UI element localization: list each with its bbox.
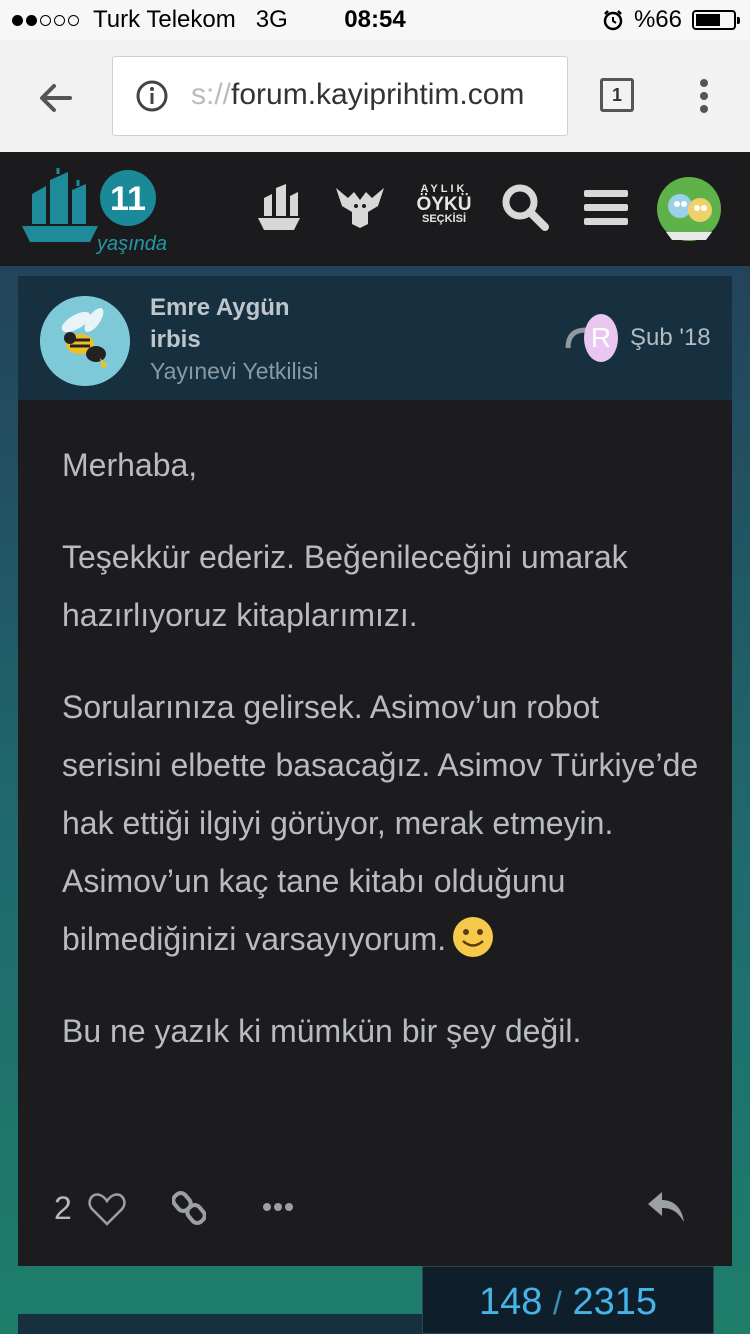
url-scheme: s:// (191, 78, 232, 111)
battery-icon (692, 10, 740, 30)
status-right: %66 (602, 6, 740, 34)
author-username[interactable]: irbis (150, 326, 201, 354)
search-icon[interactable] (500, 182, 550, 232)
progress-total: 2315 (572, 1281, 657, 1323)
user-avatar[interactable] (656, 176, 722, 242)
more-icon[interactable] (262, 1202, 294, 1212)
ship-logo-icon (22, 168, 98, 242)
logo-text: yaşında (95, 233, 167, 255)
ship-icon[interactable] (256, 182, 302, 234)
post-paragraph: Bu ne yazık ki mümkün bir şey değil. (62, 1013, 582, 1049)
reply-icon[interactable] (646, 1190, 686, 1224)
info-icon[interactable] (135, 79, 169, 113)
hamburger-icon[interactable] (584, 190, 628, 226)
progress-separator: / (552, 1285, 562, 1321)
post-date[interactable]: Şub '18 (630, 324, 711, 352)
author-name[interactable]: Emre Aygün (150, 294, 290, 322)
smiley-icon (453, 917, 494, 957)
logo-number: 11 (110, 180, 146, 218)
site-header: 11 yaşında AYLIK ÖYKÜ SEÇKİSİ (0, 152, 750, 268)
post-paragraph-text: Sorularınıza gelirsek. Asimov’un robot s… (62, 689, 699, 957)
site-logo[interactable]: 11 yaşında (18, 166, 168, 256)
overflow-menu-icon[interactable] (694, 76, 714, 116)
post-content: Merhaba, Teşekkür ederiz. Beğenileceğini… (62, 436, 702, 1094)
post-header: Emre Aygün irbis Yayınevi Yetkilisi R Şu… (18, 276, 732, 400)
link-icon[interactable] (172, 1190, 206, 1226)
griffin-icon[interactable] (334, 182, 386, 230)
back-arrow-icon[interactable] (34, 76, 78, 120)
alarm-icon (603, 10, 623, 31)
heart-icon[interactable] (88, 1192, 126, 1226)
post-paragraph: Teşekkür ederiz. Beğenileceğini umarak h… (62, 539, 628, 633)
author-title: Yayınevi Yetkilisi (150, 358, 319, 384)
monthly-label-mid: ÖYKÜ (416, 194, 472, 215)
post-body: Merhaba, Teşekkür ederiz. Beğenileceğini… (18, 400, 732, 1266)
like-count[interactable]: 2 (54, 1190, 72, 1227)
progress-current: 148 (479, 1281, 543, 1323)
reply-to-avatar[interactable]: R (584, 314, 618, 362)
url-domain: forum.kayiprihtim.com (231, 78, 525, 111)
next-post-card (18, 1314, 422, 1334)
tabs-button[interactable]: 1 (600, 78, 634, 112)
post-paragraph: Sorularınıza gelirsek. Asimov’un robot s… (62, 678, 702, 968)
post-actions: 2 (18, 1180, 732, 1240)
post-paragraph: Merhaba, (62, 447, 198, 483)
battery-percent: %66 (633, 6, 682, 33)
post-progress-counter[interactable]: 148 / 2315 (422, 1266, 714, 1334)
address-bar[interactable]: s://forum.kayiprihtim.com (112, 56, 568, 136)
status-bar: Turk Telekom 3G 08:54 %66 (0, 0, 750, 40)
author-avatar[interactable] (40, 296, 130, 386)
monthly-label-bot: SEÇKİSİ (421, 213, 466, 225)
browser-toolbar: s://forum.kayiprihtim.com 1 (0, 40, 750, 152)
url-text[interactable]: s://forum.kayiprihtim.com (191, 78, 524, 112)
monthly-story-icon[interactable]: AYLIK ÖYKÜ SEÇKİSİ (416, 184, 472, 234)
